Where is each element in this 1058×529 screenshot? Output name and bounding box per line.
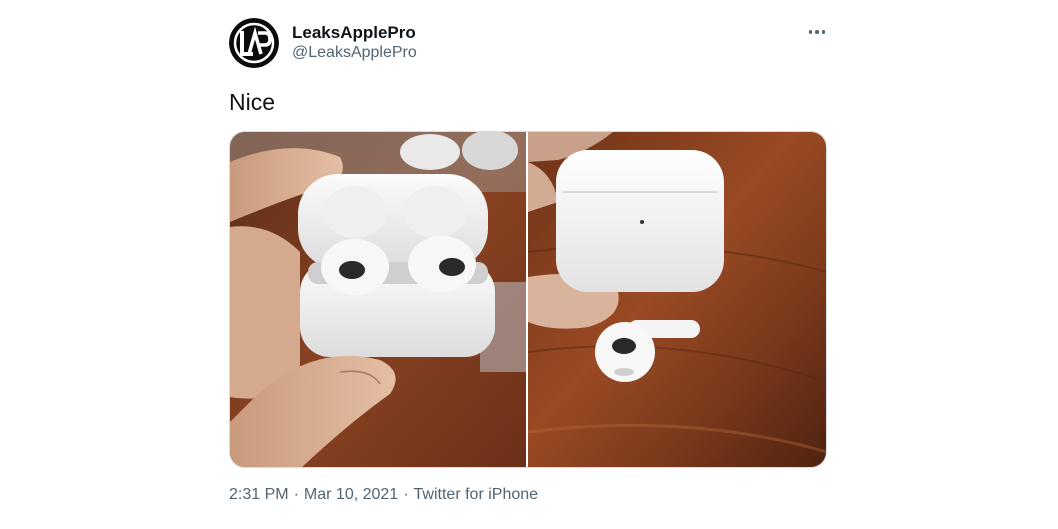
author-avatar[interactable]: [229, 18, 279, 68]
airpods-closed-case-image: [528, 132, 826, 467]
photo-airpods-open-case[interactable]: [230, 132, 526, 467]
photo-airpods-closed-case[interactable]: [528, 132, 826, 467]
tweet-text: Nice: [229, 89, 276, 115]
lap-logo-avatar-icon: [229, 18, 279, 68]
tweet-meta: 2:31 PM · Mar 10, 2021 · Twitter for iPh…: [229, 486, 538, 504]
tweet-date[interactable]: Mar 10, 2021: [304, 486, 398, 504]
tweet-card: LeaksApplePro @LeaksApplePro Nice 2:31 P…: [0, 0, 1058, 529]
author-handle[interactable]: @LeaksApplePro: [292, 44, 417, 62]
author-display-name[interactable]: LeaksApplePro: [292, 23, 416, 43]
more-horizontal-icon[interactable]: [803, 20, 831, 44]
meta-separator: ·: [293, 486, 299, 503]
meta-separator: ·: [403, 486, 409, 503]
tweet-time[interactable]: 2:31 PM: [229, 486, 289, 504]
tweet-media: [229, 131, 827, 468]
airpods-open-case-image: [230, 132, 526, 467]
tweet-source[interactable]: Twitter for iPhone: [414, 486, 539, 504]
